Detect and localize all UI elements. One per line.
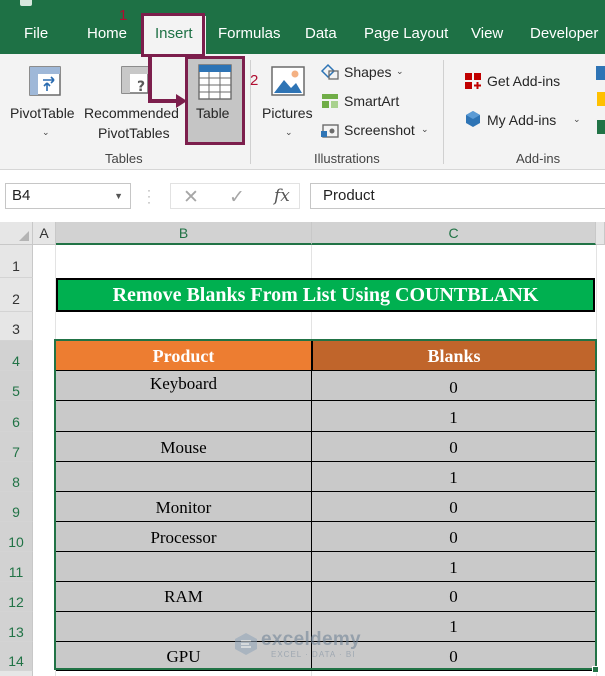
column-header-b[interactable]: B [56, 222, 312, 245]
tab-formulas[interactable]: Formulas [218, 14, 281, 54]
sheet-title-cell[interactable]: Remove Blanks From List Using COUNTBLANK [56, 278, 595, 312]
row-header-6[interactable]: 6 [0, 401, 33, 432]
product-cell[interactable]: Monitor [56, 492, 312, 522]
blanks-cell[interactable]: 0 [312, 492, 596, 522]
step-2-annotation: 2 [250, 72, 259, 89]
product-cell[interactable]: Keyboard [56, 371, 312, 401]
visio-icon[interactable] [596, 66, 605, 80]
ribbon: PivotTable ⌄ ? Recommended PivotTables T… [0, 54, 605, 170]
row-header-15[interactable] [0, 671, 33, 676]
watermark: exceldemy EXCEL · DATA · BI [231, 627, 376, 663]
chevron-down-icon[interactable]: ⌄ [285, 127, 293, 138]
blanks-cell[interactable]: 0 [312, 522, 596, 552]
addins-group-label: Add-ins [516, 151, 561, 166]
formula-input[interactable]: Product [310, 183, 605, 209]
row-header-14[interactable]: 14 [0, 642, 33, 671]
product-cell[interactable]: Processor [56, 522, 312, 552]
row-header-9[interactable]: 9 [0, 492, 33, 522]
get-addins-label[interactable]: Get Add-ins [487, 73, 560, 89]
formula-bar: B4 ▼ · · · ✕ ✓ fx Product [0, 171, 605, 221]
shapes-icon[interactable] [320, 63, 340, 81]
tab-view[interactable]: View [471, 14, 503, 54]
title-strip [0, 0, 605, 14]
select-all-corner[interactable] [0, 222, 33, 245]
product-cell[interactable] [56, 552, 312, 582]
row-header-11[interactable]: 11 [0, 552, 33, 582]
blanks-cell[interactable]: 0 [312, 432, 596, 462]
smartart-icon[interactable] [320, 92, 340, 110]
column-header-a[interactable]: A [33, 222, 56, 245]
chevron-down-icon[interactable]: ▼ [114, 184, 123, 208]
ribbon-tab-bar: File Home Insert Formulas Data Page Layo… [0, 14, 605, 54]
smartart-label[interactable]: SmartArt [344, 93, 399, 109]
row-header-7[interactable]: 7 [0, 432, 33, 462]
product-cell[interactable] [56, 401, 312, 432]
gridline [596, 245, 597, 676]
product-cell[interactable]: Mouse [56, 432, 312, 462]
row-header-4[interactable]: 4 [0, 341, 33, 371]
row-header-5[interactable]: 5 [0, 371, 33, 401]
formula-buttons: ✕ ✓ fx [170, 183, 300, 209]
row-header-10[interactable]: 10 [0, 522, 33, 552]
table-button-highlight [185, 56, 245, 145]
bing-maps-icon[interactable] [597, 92, 605, 106]
tab-file[interactable]: File [24, 14, 48, 54]
chevron-down-icon[interactable]: ⌄ [396, 66, 404, 77]
row-header-1[interactable]: 1 [0, 245, 33, 278]
column-header-c[interactable]: C [312, 222, 596, 245]
tab-data[interactable]: Data [305, 14, 337, 54]
column-header-d[interactable] [596, 222, 605, 245]
chevron-down-icon[interactable]: ⌄ [573, 114, 581, 125]
name-box-value: B4 [12, 187, 31, 204]
pivottable-label[interactable]: PivotTable [10, 105, 75, 121]
row-header-2[interactable]: 2 [0, 278, 33, 312]
tab-developer[interactable]: Developer [530, 14, 598, 54]
illustrations-group-label: Illustrations [314, 151, 380, 166]
my-addins-icon[interactable] [463, 109, 483, 129]
screenshot-label[interactable]: Screenshot [344, 122, 415, 138]
recommended-pivottables-label-2[interactable]: PivotTables [98, 125, 170, 141]
name-box[interactable]: B4 ▼ [5, 183, 131, 209]
row-header-8[interactable]: 8 [0, 462, 33, 492]
blanks-cell[interactable]: 1 [312, 552, 596, 582]
pictures-label[interactable]: Pictures [262, 105, 313, 121]
people-graph-icon[interactable] [597, 120, 605, 134]
product-cell[interactable] [56, 462, 312, 492]
watermark-tagline: EXCEL · DATA · BI [271, 650, 356, 659]
product-cell[interactable]: RAM [56, 582, 312, 612]
my-addins-label[interactable]: My Add-ins [487, 112, 556, 128]
blanks-cell[interactable]: 0 [312, 371, 596, 401]
blanks-cell[interactable]: 0 [312, 582, 596, 612]
row-header-12[interactable]: 12 [0, 582, 33, 612]
step-1-annotation: 1 [119, 7, 128, 24]
chevron-down-icon[interactable]: ⌄ [421, 124, 429, 135]
shapes-label[interactable]: Shapes [344, 64, 391, 80]
quick-access-icon[interactable] [20, 0, 32, 6]
watermark-logo-icon [235, 633, 257, 655]
ribbon-separator [443, 60, 444, 164]
blanks-cell[interactable]: 1 [312, 401, 596, 432]
tables-group-label: Tables [105, 151, 143, 166]
cancel-icon[interactable]: ✕ [183, 186, 199, 209]
chevron-down-icon[interactable]: ⌄ [42, 127, 50, 138]
get-addins-icon[interactable] [463, 71, 483, 91]
screenshot-icon[interactable] [320, 121, 340, 139]
row-header-13[interactable]: 13 [0, 612, 33, 642]
pivottable-icon[interactable] [27, 64, 63, 98]
row-header-3[interactable]: 3 [0, 312, 33, 341]
pictures-icon[interactable] [270, 64, 306, 98]
insert-function-icon[interactable]: fx [274, 186, 290, 206]
header-blanks-cell[interactable]: Blanks [312, 341, 596, 371]
watermark-brand: exceldemy [261, 629, 361, 650]
enter-icon[interactable]: ✓ [229, 186, 245, 209]
fill-handle[interactable] [592, 666, 599, 673]
tab-page-layout[interactable]: Page Layout [364, 14, 448, 54]
header-product-cell[interactable]: Product [56, 341, 312, 371]
step-arrow [148, 55, 187, 108]
resize-handle-icon[interactable]: · · · [147, 184, 151, 208]
blanks-cell[interactable]: 1 [312, 462, 596, 492]
insert-tab-highlight [141, 13, 205, 57]
